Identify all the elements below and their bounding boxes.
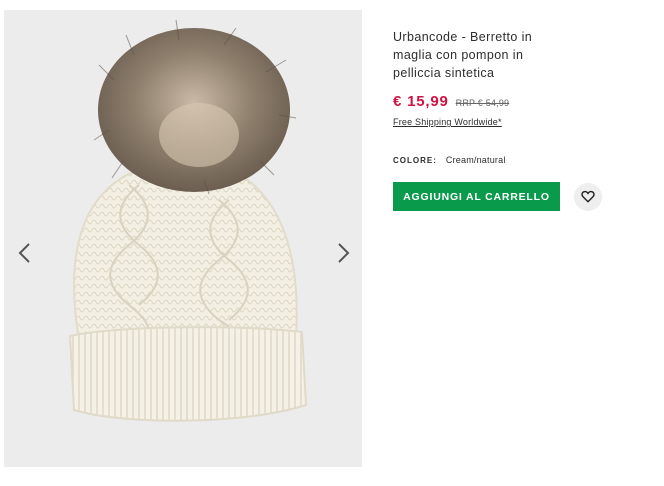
product-title: Urbancode - Berretto in maglia con pompo… [393, 28, 623, 82]
price-row: € 15,99 RRP € 54,99 [393, 93, 623, 110]
chevron-left-icon [18, 243, 30, 263]
product-title-line: pelliccia sintetica [393, 66, 495, 80]
save-for-later-button[interactable] [574, 182, 602, 211]
next-image-button[interactable] [332, 238, 356, 268]
add-to-cart-button[interactable]: AGGIUNGI AL CARRELLO [393, 182, 560, 211]
product-image [68, 19, 308, 422]
heart-icon [581, 190, 595, 203]
product-image-gallery [4, 10, 362, 467]
product-title-line: Urbancode - Berretto in [393, 30, 533, 44]
previous-image-button[interactable] [12, 238, 36, 268]
rrp-price: RRP € 54,99 [455, 98, 510, 108]
product-info: Urbancode - Berretto in maglia con pompo… [393, 28, 623, 211]
colour-label: COLORE: [393, 156, 437, 165]
chevron-right-icon [338, 243, 350, 263]
current-price: € 15,99 [393, 93, 449, 110]
colour-info: COLORE: Cream/natural [393, 155, 623, 165]
colour-value: Cream/natural [445, 155, 506, 165]
purchase-actions: AGGIUNGI AL CARRELLO [393, 182, 623, 211]
product-title-line: maglia con pompon in [393, 48, 524, 62]
free-shipping-link[interactable]: Free Shipping Worldwide* [393, 117, 502, 127]
